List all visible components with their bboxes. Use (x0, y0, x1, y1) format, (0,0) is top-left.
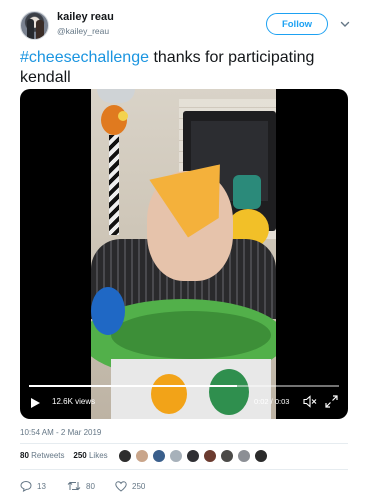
tweet-card: kailey reau @kailey_reau Follow #cheesec… (0, 0, 368, 500)
toy-stripes (109, 135, 119, 235)
like-action[interactable]: 250 (115, 479, 145, 493)
video-progress-fill (29, 385, 237, 387)
liker-avatar[interactable] (135, 449, 149, 463)
divider (20, 469, 348, 470)
liker-avatar[interactable] (152, 449, 166, 463)
liker-avatar[interactable] (220, 449, 234, 463)
liker-avatar[interactable] (118, 449, 132, 463)
avatar-figure (27, 19, 34, 39)
view-count: 12.6K views (52, 397, 96, 406)
user-handle[interactable]: @kailey_reau (57, 26, 109, 36)
avatar-figure (36, 20, 44, 39)
tweet-text: #cheesechallenge thanks for participatin… (20, 48, 350, 88)
liker-avatar[interactable] (169, 449, 183, 463)
toy-right (233, 175, 261, 209)
video-progress-bar[interactable] (29, 385, 339, 387)
toy-eye (118, 111, 128, 121)
play-icon[interactable] (29, 396, 41, 408)
video-player[interactable]: 12.6K views 0:02 / 0:03 (20, 89, 348, 419)
likes-label[interactable]: Likes (89, 451, 108, 460)
display-name[interactable]: kailey reau (57, 11, 114, 23)
retweet-count: 80 (86, 481, 95, 491)
likes-count[interactable]: 250 (73, 451, 86, 460)
tweet-actions: 13 80 250 (20, 479, 320, 495)
blue-toy (91, 287, 125, 335)
liker-avatars (118, 449, 268, 464)
chevron-down-icon[interactable] (339, 18, 351, 30)
reply-icon (20, 480, 32, 492)
reply-action[interactable]: 13 (20, 479, 46, 493)
follow-button[interactable]: Follow (266, 13, 328, 35)
video-frame (91, 89, 276, 419)
retweets-label[interactable]: Retweets (31, 451, 64, 460)
retweet-action[interactable]: 80 (67, 479, 95, 493)
tweet-timestamp[interactable]: 10:54 AM - 2 Mar 2019 (20, 428, 101, 437)
engagement-stats: 80 Retweets 250 Likes (20, 451, 108, 465)
video-time: 0:02 / 0:03 (254, 397, 290, 406)
lamp (97, 89, 135, 103)
mute-icon[interactable] (303, 395, 317, 408)
tweet-header: kailey reau @kailey_reau Follow (20, 11, 360, 41)
like-count: 250 (132, 481, 146, 491)
retweets-count[interactable]: 80 (20, 451, 29, 460)
divider (20, 443, 348, 444)
liker-avatar[interactable] (237, 449, 251, 463)
liker-avatar[interactable] (254, 449, 268, 463)
liker-avatar[interactable] (186, 449, 200, 463)
video-controls: 12.6K views 0:02 / 0:03 (20, 385, 348, 419)
reply-count: 13 (37, 481, 46, 491)
hashtag-link[interactable]: #cheesechallenge (20, 49, 149, 66)
fullscreen-icon[interactable] (325, 395, 338, 408)
heart-icon (115, 480, 127, 492)
user-avatar[interactable] (20, 11, 49, 40)
walker-inner (111, 311, 271, 359)
liker-avatar[interactable] (203, 449, 217, 463)
retweet-icon (67, 481, 81, 491)
